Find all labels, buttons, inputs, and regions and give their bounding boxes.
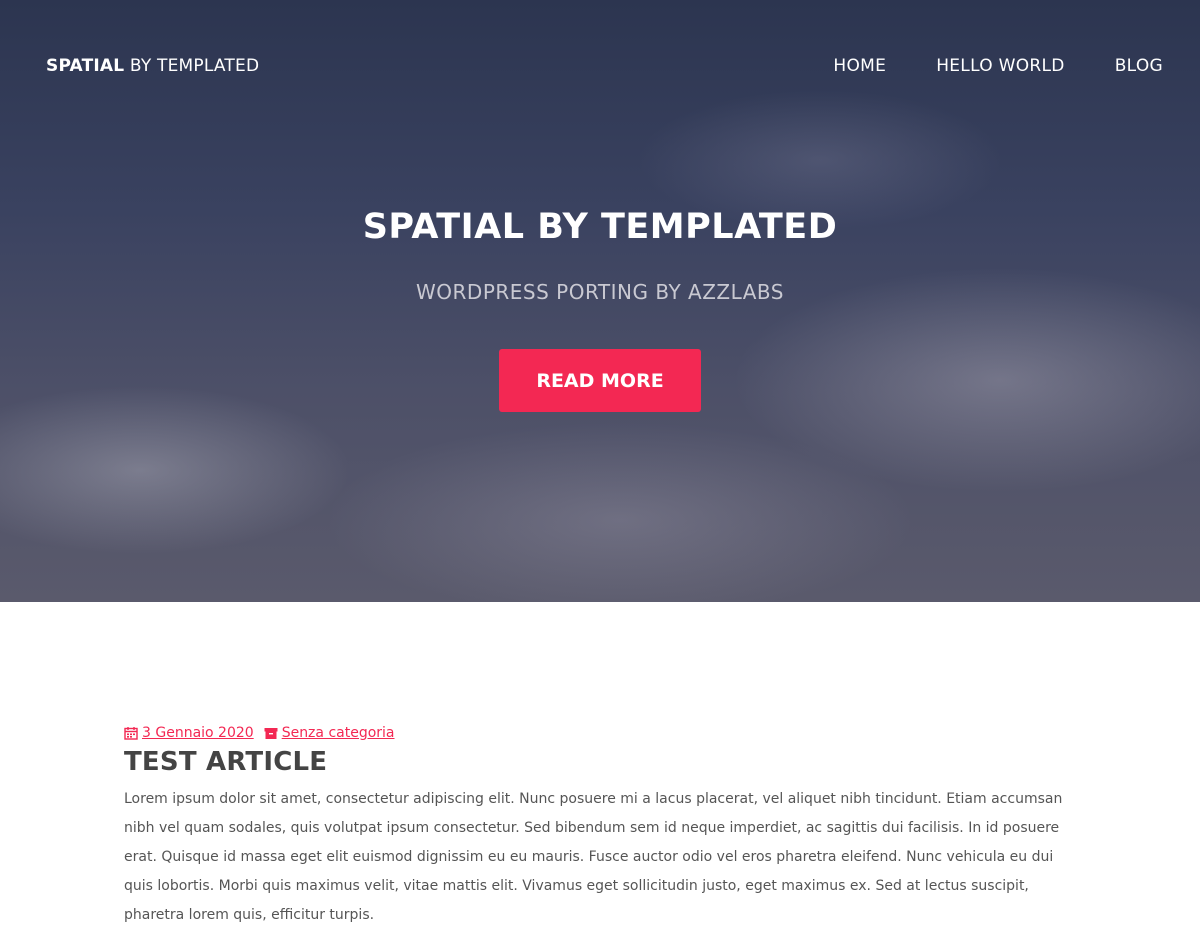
site-brand[interactable]: SPATIAL BY TEMPLATED [46, 56, 259, 76]
archive-icon [264, 728, 278, 739]
article-category: Senza categoria [264, 725, 395, 741]
main-nav: HOME HELLO WORLD BLOG [833, 56, 1163, 76]
article-title[interactable]: TEST ARTICLE [124, 747, 1079, 777]
nav-item-hello-world[interactable]: HELLO WORLD [936, 56, 1065, 76]
article-date: 3 Gennaio 2020 [124, 725, 254, 741]
hero-title: SPATIAL BY TEMPLATED [362, 207, 838, 247]
article-section: 3 Gennaio 2020 Senza categoria TEST ARTI… [124, 725, 1079, 930]
read-more-button[interactable]: READ MORE [499, 349, 701, 412]
article-body: Lorem ipsum dolor sit amet, consectetur … [124, 791, 1063, 923]
article-category-link[interactable]: Senza categoria [282, 725, 395, 741]
brand-bold: SPATIAL [46, 56, 125, 76]
calendar-icon [124, 727, 138, 740]
hero-subtitle: WORDPRESS PORTING BY AZZLABS [416, 280, 784, 304]
nav-item-blog[interactable]: BLOG [1115, 56, 1163, 76]
article-date-link[interactable]: 3 Gennaio 2020 [142, 725, 254, 741]
hero-banner: SPATIAL BY TEMPLATED HOME HELLO WORLD BL… [0, 0, 1200, 602]
nav-item-home[interactable]: HOME [833, 56, 886, 76]
brand-rest: BY TEMPLATED [124, 56, 260, 76]
article-meta: 3 Gennaio 2020 Senza categoria [124, 725, 1079, 741]
